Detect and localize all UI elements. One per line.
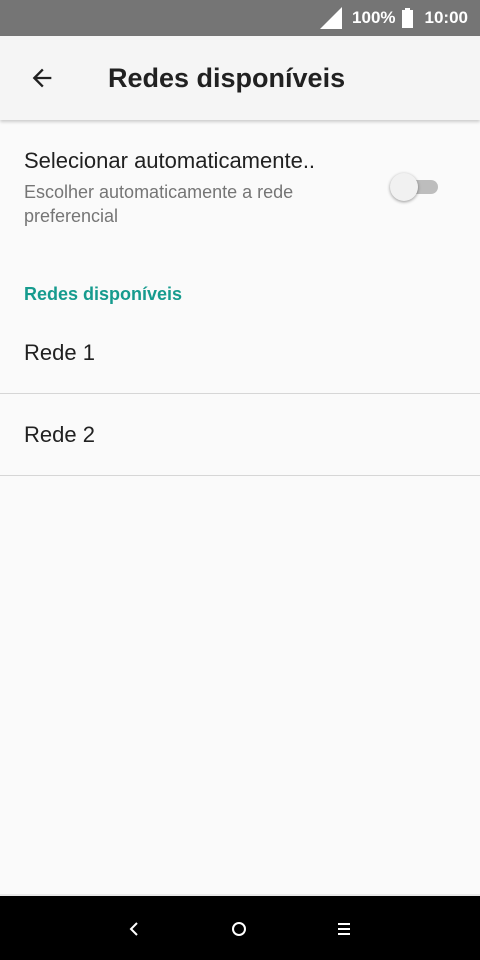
auto-select-toggle[interactable] [390,172,440,202]
auto-select-title: Selecionar automaticamente.. [24,148,316,173]
network-label: Rede 1 [24,340,95,365]
nav-recents-icon[interactable] [331,916,357,942]
arrow-left-icon[interactable] [28,64,56,92]
status-bar: 100% 10:00 [0,0,480,36]
nav-back-icon[interactable] [121,916,147,942]
network-item-2[interactable]: Rede 2 [0,394,480,476]
page-title: Redes disponíveis [108,62,346,93]
battery-icon [401,8,413,28]
battery-percent: 100% [352,8,396,27]
network-item-1[interactable]: Rede 1 [0,312,480,394]
section-header: Redes disponíveis [24,284,183,304]
navigation-bar [0,894,480,960]
nav-home-icon[interactable] [226,916,252,942]
signal-icon [320,7,343,29]
network-label: Rede 2 [24,422,95,447]
app-bar: Redes disponíveis [0,36,480,120]
status-time: 10:00 [424,8,468,27]
toggle-thumb [390,173,418,201]
auto-select-subtitle: Escolher automaticamente a rede preferen… [24,182,294,226]
auto-select-row[interactable]: Selecionar automaticamente.. Escolher au… [0,130,480,240]
